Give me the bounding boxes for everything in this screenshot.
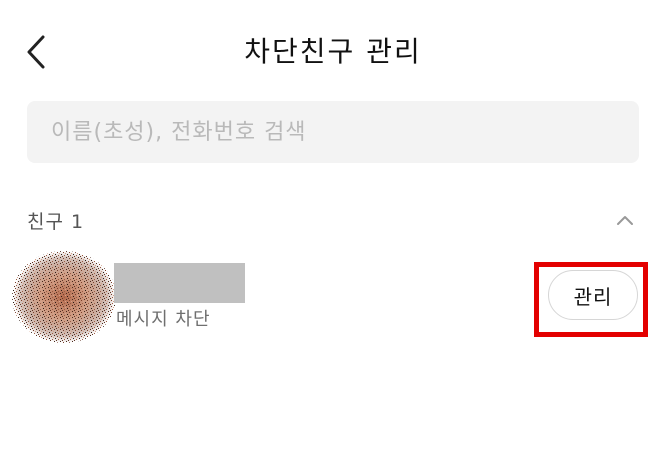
search-input[interactable]: [27, 101, 639, 163]
page-title: 차단친구 관리: [244, 35, 422, 68]
friend-name-redacted: [114, 263, 245, 303]
chevron-up-icon: [617, 216, 633, 225]
search-bar: [27, 101, 639, 163]
section-title: 친구 1: [27, 210, 85, 233]
avatar: [12, 251, 116, 343]
friend-status: 메시지 차단: [116, 309, 211, 330]
manage-button[interactable]: 관리: [548, 270, 638, 320]
friend-list-item[interactable]: 메시지 차단 관리: [0, 245, 666, 345]
blocked-friends-page: 차단친구 관리 친구 1: [0, 0, 666, 466]
collapse-button[interactable]: [611, 206, 639, 234]
friends-section-header: 친구 1: [27, 204, 639, 236]
header: 차단친구 관리: [0, 0, 666, 100]
